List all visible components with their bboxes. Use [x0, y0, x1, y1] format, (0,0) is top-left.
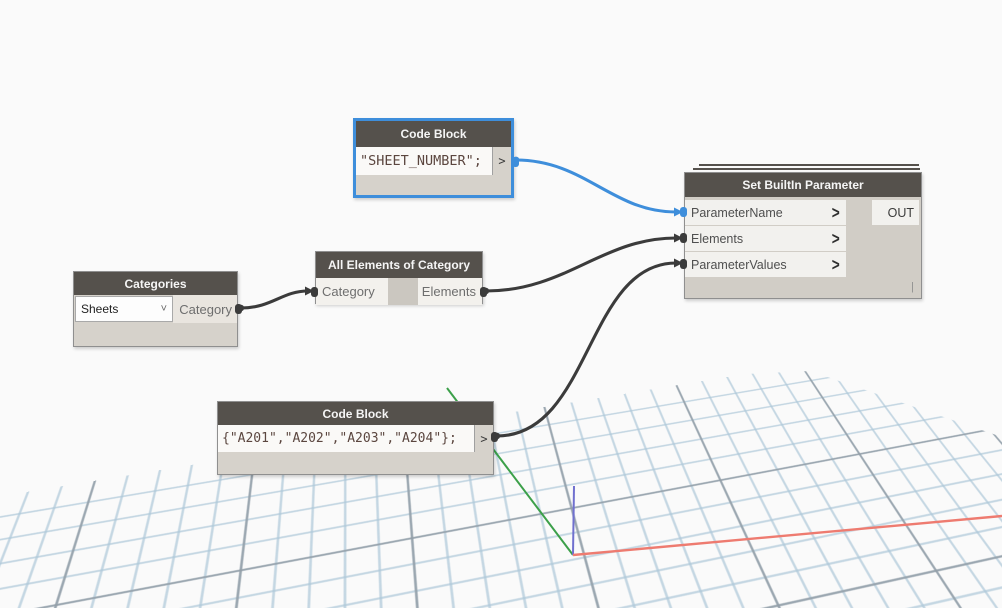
- output-port-category[interactable]: Category: [173, 295, 237, 323]
- code-block-editor[interactable]: "SHEET_NUMBER";: [356, 147, 492, 175]
- stacked-node-edge: [693, 168, 920, 170]
- input-port-parametername[interactable]: ParameterName >: [685, 200, 846, 225]
- z-axis-blue: [572, 485, 575, 556]
- node-code-block-sheet-number[interactable]: Code Block "SHEET_NUMBER"; >: [353, 118, 519, 198]
- lacing-indicator[interactable]: |: [911, 281, 914, 293]
- node-set-builtin-parameter[interactable]: Set BuiltIn Parameter ParameterName > El…: [680, 164, 922, 299]
- stacked-node-edge: [699, 164, 919, 166]
- output-port-nub[interactable]: [512, 157, 519, 167]
- node-body-gap: [388, 278, 418, 305]
- category-dropdown[interactable]: Sheets ˅: [75, 296, 173, 322]
- input-port-nub[interactable]: [680, 259, 687, 269]
- code-block-output-port[interactable]: >: [492, 147, 511, 175]
- output-port-out[interactable]: OUT: [872, 200, 919, 225]
- node-footer: [74, 323, 237, 346]
- node-all-elements-of-category[interactable]: All Elements of Category Category Elemen…: [311, 251, 487, 305]
- node-header[interactable]: Code Block: [218, 402, 493, 425]
- node-footer: [356, 175, 511, 195]
- wire-categories-to-category[interactable]: [239, 289, 310, 310]
- chevron-right-icon: >: [832, 202, 841, 223]
- wire-elements-to-elements[interactable]: [484, 236, 678, 293]
- input-port-elements[interactable]: Elements >: [685, 226, 846, 251]
- node-header[interactable]: All Elements of Category: [316, 252, 482, 278]
- input-port-label: Elements: [691, 231, 744, 246]
- node-footer: [218, 452, 493, 474]
- input-port-nub[interactable]: [680, 233, 687, 243]
- chevron-right-icon: >: [832, 254, 841, 275]
- code-block-editor[interactable]: {"A201","A202","A203","A204"};: [218, 425, 474, 452]
- input-port-category[interactable]: Category: [316, 278, 388, 305]
- output-port-elements[interactable]: Elements: [418, 278, 482, 305]
- node-header[interactable]: Code Block: [356, 121, 511, 147]
- input-port-label: ParameterValues: [691, 257, 787, 272]
- x-axis-red: [572, 514, 1002, 557]
- chevron-right-icon: >: [832, 228, 841, 249]
- chevron-down-icon: ˅: [160, 303, 167, 315]
- input-port-nub[interactable]: [680, 207, 687, 217]
- wire-codeblock-to-parametervalues[interactable]: [495, 261, 678, 438]
- input-port-label: ParameterName: [691, 205, 783, 220]
- node-code-block-values[interactable]: Code Block {"A201","A202","A203","A204"}…: [217, 401, 498, 475]
- node-categories[interactable]: Categories Sheets ˅ Category: [73, 271, 242, 347]
- output-port-nub[interactable]: [480, 287, 487, 297]
- wire-codeblock-to-parametername[interactable]: [514, 158, 678, 214]
- input-port-nub[interactable]: [311, 287, 318, 297]
- dynamo-canvas[interactable]: Categories Sheets ˅ Category All Element…: [0, 0, 1002, 608]
- node-header[interactable]: Set BuiltIn Parameter: [685, 173, 921, 197]
- output-port-nub[interactable]: [235, 304, 242, 314]
- output-port-nub[interactable]: [491, 432, 498, 442]
- node-header[interactable]: Categories: [74, 272, 237, 295]
- dropdown-value: Sheets: [81, 302, 119, 316]
- input-port-parametervalues[interactable]: ParameterValues >: [685, 252, 846, 277]
